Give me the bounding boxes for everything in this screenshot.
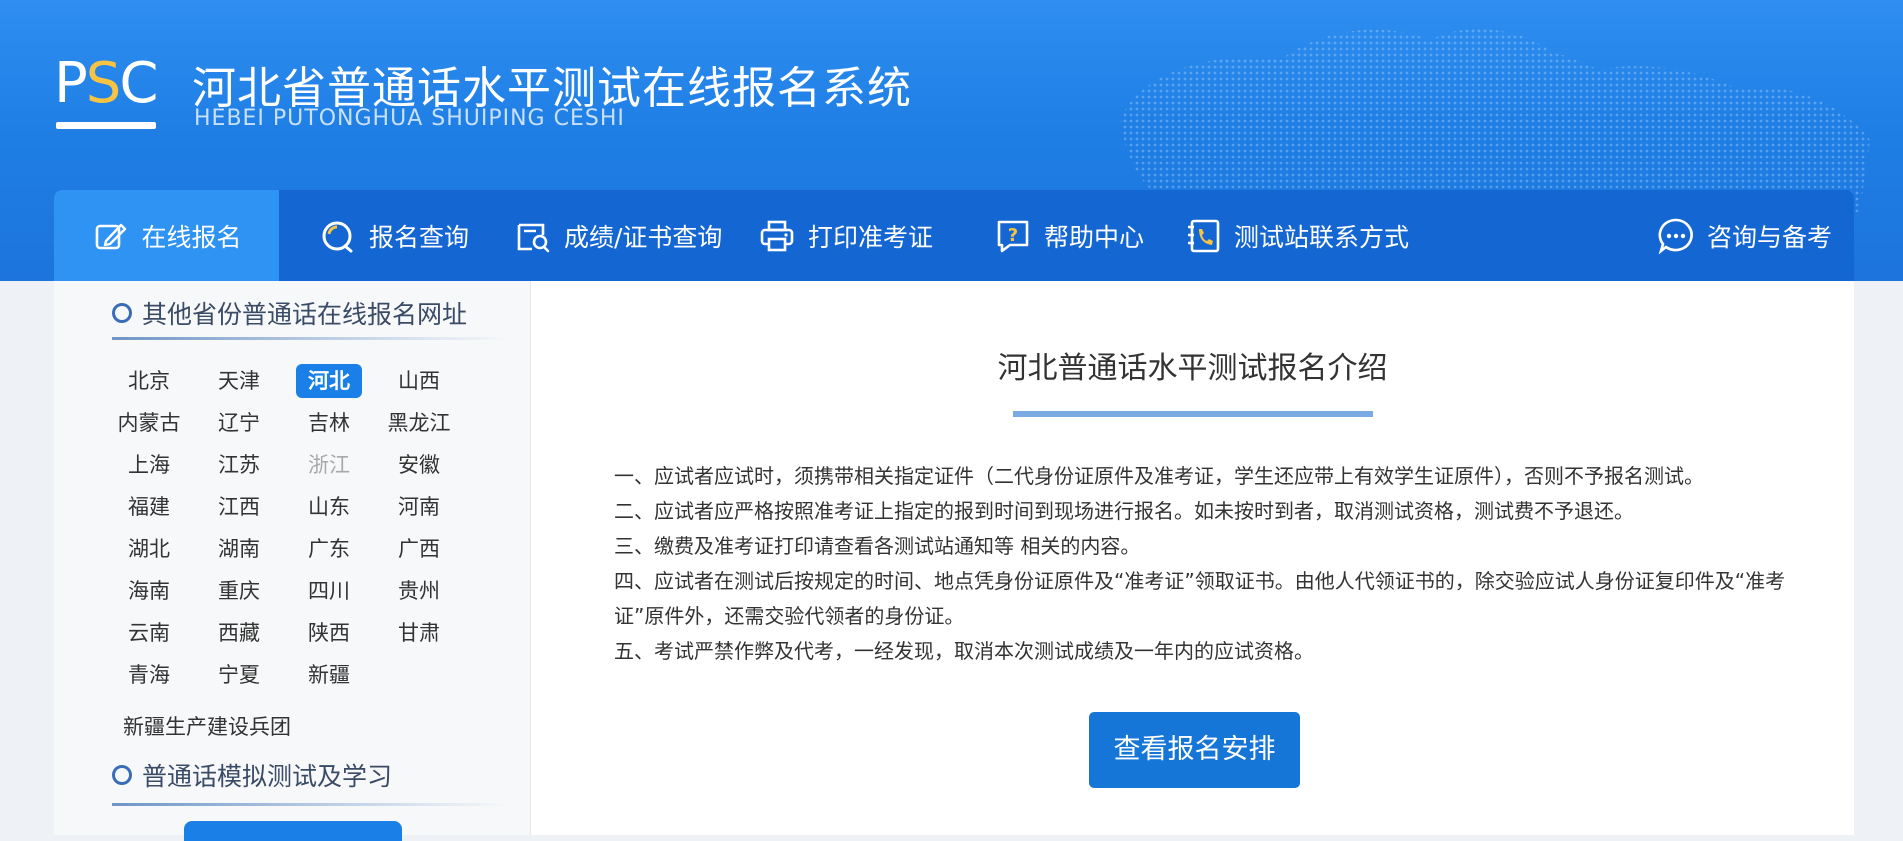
province-link-jilin[interactable]: 吉林 <box>294 406 364 440</box>
logo-underline <box>56 122 156 129</box>
help-icon: ? <box>997 220 1029 252</box>
province-link-xinjiang[interactable]: 新疆 <box>294 658 364 692</box>
logo-text: PSC <box>54 51 158 116</box>
province-link-hunan[interactable]: 湖南 <box>204 532 274 566</box>
nav-score-certificate-query[interactable]: 成绩/证书查询 <box>514 190 722 281</box>
nav-label: 成绩/证书查询 <box>564 222 723 252</box>
section-divider <box>112 803 512 806</box>
view-schedule-button[interactable]: 查看报名安排 <box>1089 712 1300 788</box>
nav-label: 在线报名 <box>141 222 242 252</box>
nav-label: 打印准考证 <box>808 222 934 252</box>
province-link-jiangsu[interactable]: 江苏 <box>204 448 274 482</box>
province-link-sichuan[interactable]: 四川 <box>294 574 364 608</box>
province-link-hebei[interactable]: 河北 <box>296 364 362 398</box>
province-link-guizhou[interactable]: 贵州 <box>384 574 454 608</box>
certificate-search-icon <box>517 223 550 252</box>
province-link-beijing[interactable]: 北京 <box>114 364 184 398</box>
province-link-heilongjiang[interactable]: 黑龙江 <box>384 406 454 440</box>
province-link-shanxi[interactable]: 山西 <box>384 364 454 398</box>
province-link-qinghai[interactable]: 青海 <box>114 658 184 692</box>
nav-online-registration[interactable]: 在线报名 <box>54 190 279 281</box>
title-underline <box>1013 411 1373 417</box>
site-subtitle: HEBEI PUTONGHUA SHUIPING CESHI <box>194 106 625 131</box>
search-icon <box>322 221 353 252</box>
intro-paragraph: 二、应试者应严格按照准考证上指定的报到时间到现场进行报名。如未按时到者，取消测试… <box>614 499 1634 523</box>
province-link-shaanxi[interactable]: 陕西 <box>294 616 364 650</box>
nav-label: 帮助中心 <box>1044 222 1145 252</box>
nav-registration-query[interactable]: 报名查询 <box>319 190 469 281</box>
province-link-neimenggu[interactable]: 内蒙古 <box>114 406 184 440</box>
province-link-shanghai[interactable]: 上海 <box>114 448 184 482</box>
nav-test-station-contact[interactable]: 测试站联系方式 <box>1184 190 1409 281</box>
intro-paragraph: 一、应试者应试时，须携带相关指定证件（二代身份证原件及准考证，学生还应带上有效学… <box>614 464 1704 488</box>
intro-paragraph: 四、应试者在测试后按规定的时间、地点凭身份证原件及“准考证”领取证书。由他人代领… <box>614 569 1786 628</box>
province-link-gansu[interactable]: 甘肃 <box>384 616 454 650</box>
province-link-shandong[interactable]: 山东 <box>294 490 364 524</box>
provinces-section-title: 其他省份普通话在线报名网址 <box>112 295 467 331</box>
practice-section-title: 普通话模拟测试及学习 <box>112 757 392 793</box>
intro-paragraph: 五、考试严禁作弊及代考，一经发现，取消本次测试成绩及一年内的应试资格。 <box>614 639 1314 663</box>
province-link-yunnan[interactable]: 云南 <box>114 616 184 650</box>
phone-icon <box>1188 219 1220 252</box>
intro-title: 河北普通话水平测试报名介绍 <box>997 351 1388 386</box>
province-link-chongqing[interactable]: 重庆 <box>204 574 274 608</box>
edit-icon <box>96 223 127 249</box>
chat-icon <box>1658 218 1693 255</box>
practice-button[interactable] <box>184 821 402 841</box>
province-link-fujian[interactable]: 福建 <box>114 490 184 524</box>
province-link-ningxia[interactable]: 宁夏 <box>204 658 274 692</box>
nav-print-admission-ticket[interactable]: 打印准考证 <box>758 190 933 281</box>
province-link-henan[interactable]: 河南 <box>384 490 454 524</box>
nav-label: 测试站联系方式 <box>1234 222 1410 252</box>
intro-body: 一、应试者应试时，须携带相关指定证件（二代身份证原件及准考证，学生还应带上有效学… <box>614 459 1814 669</box>
main-content: 河北普通话水平测试报名介绍 一、应试者应试时，须携带相关指定证件（二代身份证原件… <box>531 281 1854 835</box>
province-link-zhejiang[interactable]: 浙江 <box>294 448 364 482</box>
province-link-hubei[interactable]: 湖北 <box>114 532 184 566</box>
section-divider <box>112 337 512 340</box>
province-link-jiangxi[interactable]: 江西 <box>204 490 274 524</box>
province-link-anhui[interactable]: 安徽 <box>384 448 454 482</box>
province-link-hainan[interactable]: 海南 <box>114 574 184 608</box>
circle-bullet-icon <box>112 303 132 323</box>
province-link-bingtuan[interactable]: 新疆生产建设兵团 <box>123 711 291 741</box>
nav-consult-prepare[interactable]: 咨询与备考 <box>1657 190 1832 281</box>
printer-icon <box>760 220 794 251</box>
nav-help-center[interactable]: ? 帮助中心 <box>994 190 1144 281</box>
practice-title-text: 普通话模拟测试及学习 <box>142 762 393 791</box>
province-link-guangdong[interactable]: 广东 <box>294 532 364 566</box>
province-link-tianjin[interactable]: 天津 <box>204 364 274 398</box>
svg-text:?: ? <box>1008 225 1018 246</box>
main-nav: 在线报名 报名查询 成绩/证书查询 打印准考证 ? 帮助中心 测试站联系方式 咨… <box>54 190 1854 281</box>
circle-bullet-icon <box>112 765 132 785</box>
sidebar: 其他省份普通话在线报名网址 北京 天津 河北 山西 内蒙古 辽宁 吉林 黑龙江 … <box>54 281 531 841</box>
intro-paragraph: 三、缴费及准考证打印请查看各测试站通知等 相关的内容。 <box>614 534 1141 558</box>
psc-logo: PSC <box>54 52 160 134</box>
province-link-liaoning[interactable]: 辽宁 <box>204 406 274 440</box>
province-link-xizang[interactable]: 西藏 <box>204 616 274 650</box>
nav-label: 咨询与备考 <box>1707 222 1833 252</box>
provinces-title-text: 其他省份普通话在线报名网址 <box>142 300 468 329</box>
province-link-guangxi[interactable]: 广西 <box>384 532 454 566</box>
nav-label: 报名查询 <box>369 222 470 252</box>
